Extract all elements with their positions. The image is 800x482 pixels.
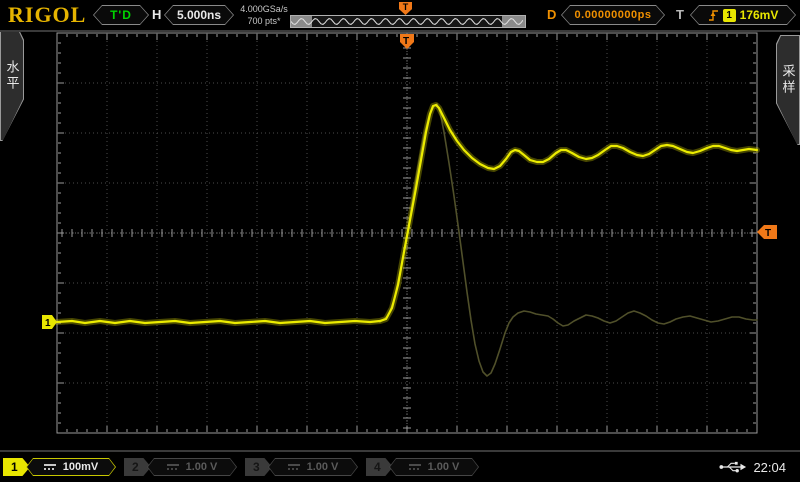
waveform-display: 1 T T: [42, 32, 777, 434]
svg-text:T: T: [765, 228, 771, 239]
svg-text:T: T: [403, 36, 409, 47]
channel-status-bar: 1 100mV 2 1.00 V 3 1.00 V 4 1.00 V 22:04: [0, 450, 800, 482]
trigger-level-value: 176mV: [739, 8, 779, 22]
channel-1-badge[interactable]: 1: [3, 458, 30, 476]
trigger-source-badge: 1: [723, 9, 736, 22]
channel-2-box[interactable]: 1.00 V: [147, 458, 237, 476]
channel-3-group[interactable]: 3 1.00 V: [245, 458, 358, 476]
channel-1-group[interactable]: 1 100mV: [3, 458, 116, 476]
channel-1-box[interactable]: 100mV: [26, 458, 116, 476]
trigger-settings-box[interactable]: 1 176mV: [690, 5, 796, 25]
horizontal-label: H: [152, 7, 162, 22]
channel-2-badge[interactable]: 2: [124, 458, 151, 476]
usb-icon: [719, 461, 747, 473]
channel-4-scale: 1.00 V: [427, 461, 460, 473]
dc-coupling-icon: [44, 464, 56, 471]
channel-4-box[interactable]: 1.00 V: [389, 458, 479, 476]
clock: 22:04: [753, 459, 786, 475]
dc-coupling-icon: [167, 464, 179, 471]
trigger-label: T: [676, 7, 684, 22]
trigger-level-marker[interactable]: T: [757, 225, 777, 239]
ch1-ground-marker[interactable]: 1: [42, 315, 57, 329]
channel-4-badge[interactable]: 4: [366, 458, 393, 476]
memory-position-bar[interactable]: [290, 15, 526, 28]
delay-label: D: [547, 7, 557, 22]
memory-waveform-icon: [291, 18, 523, 25]
trigger-status-box[interactable]: T'D: [93, 5, 149, 25]
channel-3-badge[interactable]: 3: [245, 458, 272, 476]
delay-value: 0.00000000ps: [574, 9, 652, 21]
rising-edge-icon: [708, 9, 719, 22]
dc-coupling-icon: [409, 464, 421, 471]
timebase-box[interactable]: 5.000ns: [164, 5, 234, 25]
sample-rate: 4.000GSa/s: [240, 4, 288, 14]
channel-2-scale: 1.00 V: [185, 461, 218, 473]
channel-1-scale: 100mV: [62, 461, 99, 473]
ghost-trace: [379, 103, 758, 377]
svg-text:1: 1: [45, 318, 51, 329]
trigger-position-marker[interactable]: T: [400, 34, 414, 49]
acquisition-info: 4.000GSa/s 700 pts*: [235, 3, 293, 27]
tab-horizontal-label: 水平: [4, 60, 20, 92]
dc-coupling-icon: [288, 464, 300, 471]
memory-trigger-pointer[interactable]: T: [399, 2, 412, 15]
tab-horizontal-menu[interactable]: 水平: [0, 31, 24, 141]
memory-depth: 700 pts*: [247, 16, 281, 26]
trigger-status-label: T'D: [110, 8, 132, 22]
channel-4-group[interactable]: 4 1.00 V: [366, 458, 479, 476]
timebase-value: 5.000ns: [176, 8, 222, 22]
channel-2-group[interactable]: 2 1.00 V: [124, 458, 237, 476]
tab-sample-menu[interactable]: 采样: [776, 35, 800, 145]
channel-3-box[interactable]: 1.00 V: [268, 458, 358, 476]
top-status-bar: RIGOL T'D H 5.000ns 4.000GSa/s 700 pts* …: [0, 0, 800, 32]
rigol-logo: RIGOL: [8, 2, 87, 27]
tab-sample-label: 采样: [780, 64, 796, 96]
channel-3-scale: 1.00 V: [306, 461, 339, 473]
delay-box[interactable]: 0.00000000ps: [561, 5, 665, 25]
